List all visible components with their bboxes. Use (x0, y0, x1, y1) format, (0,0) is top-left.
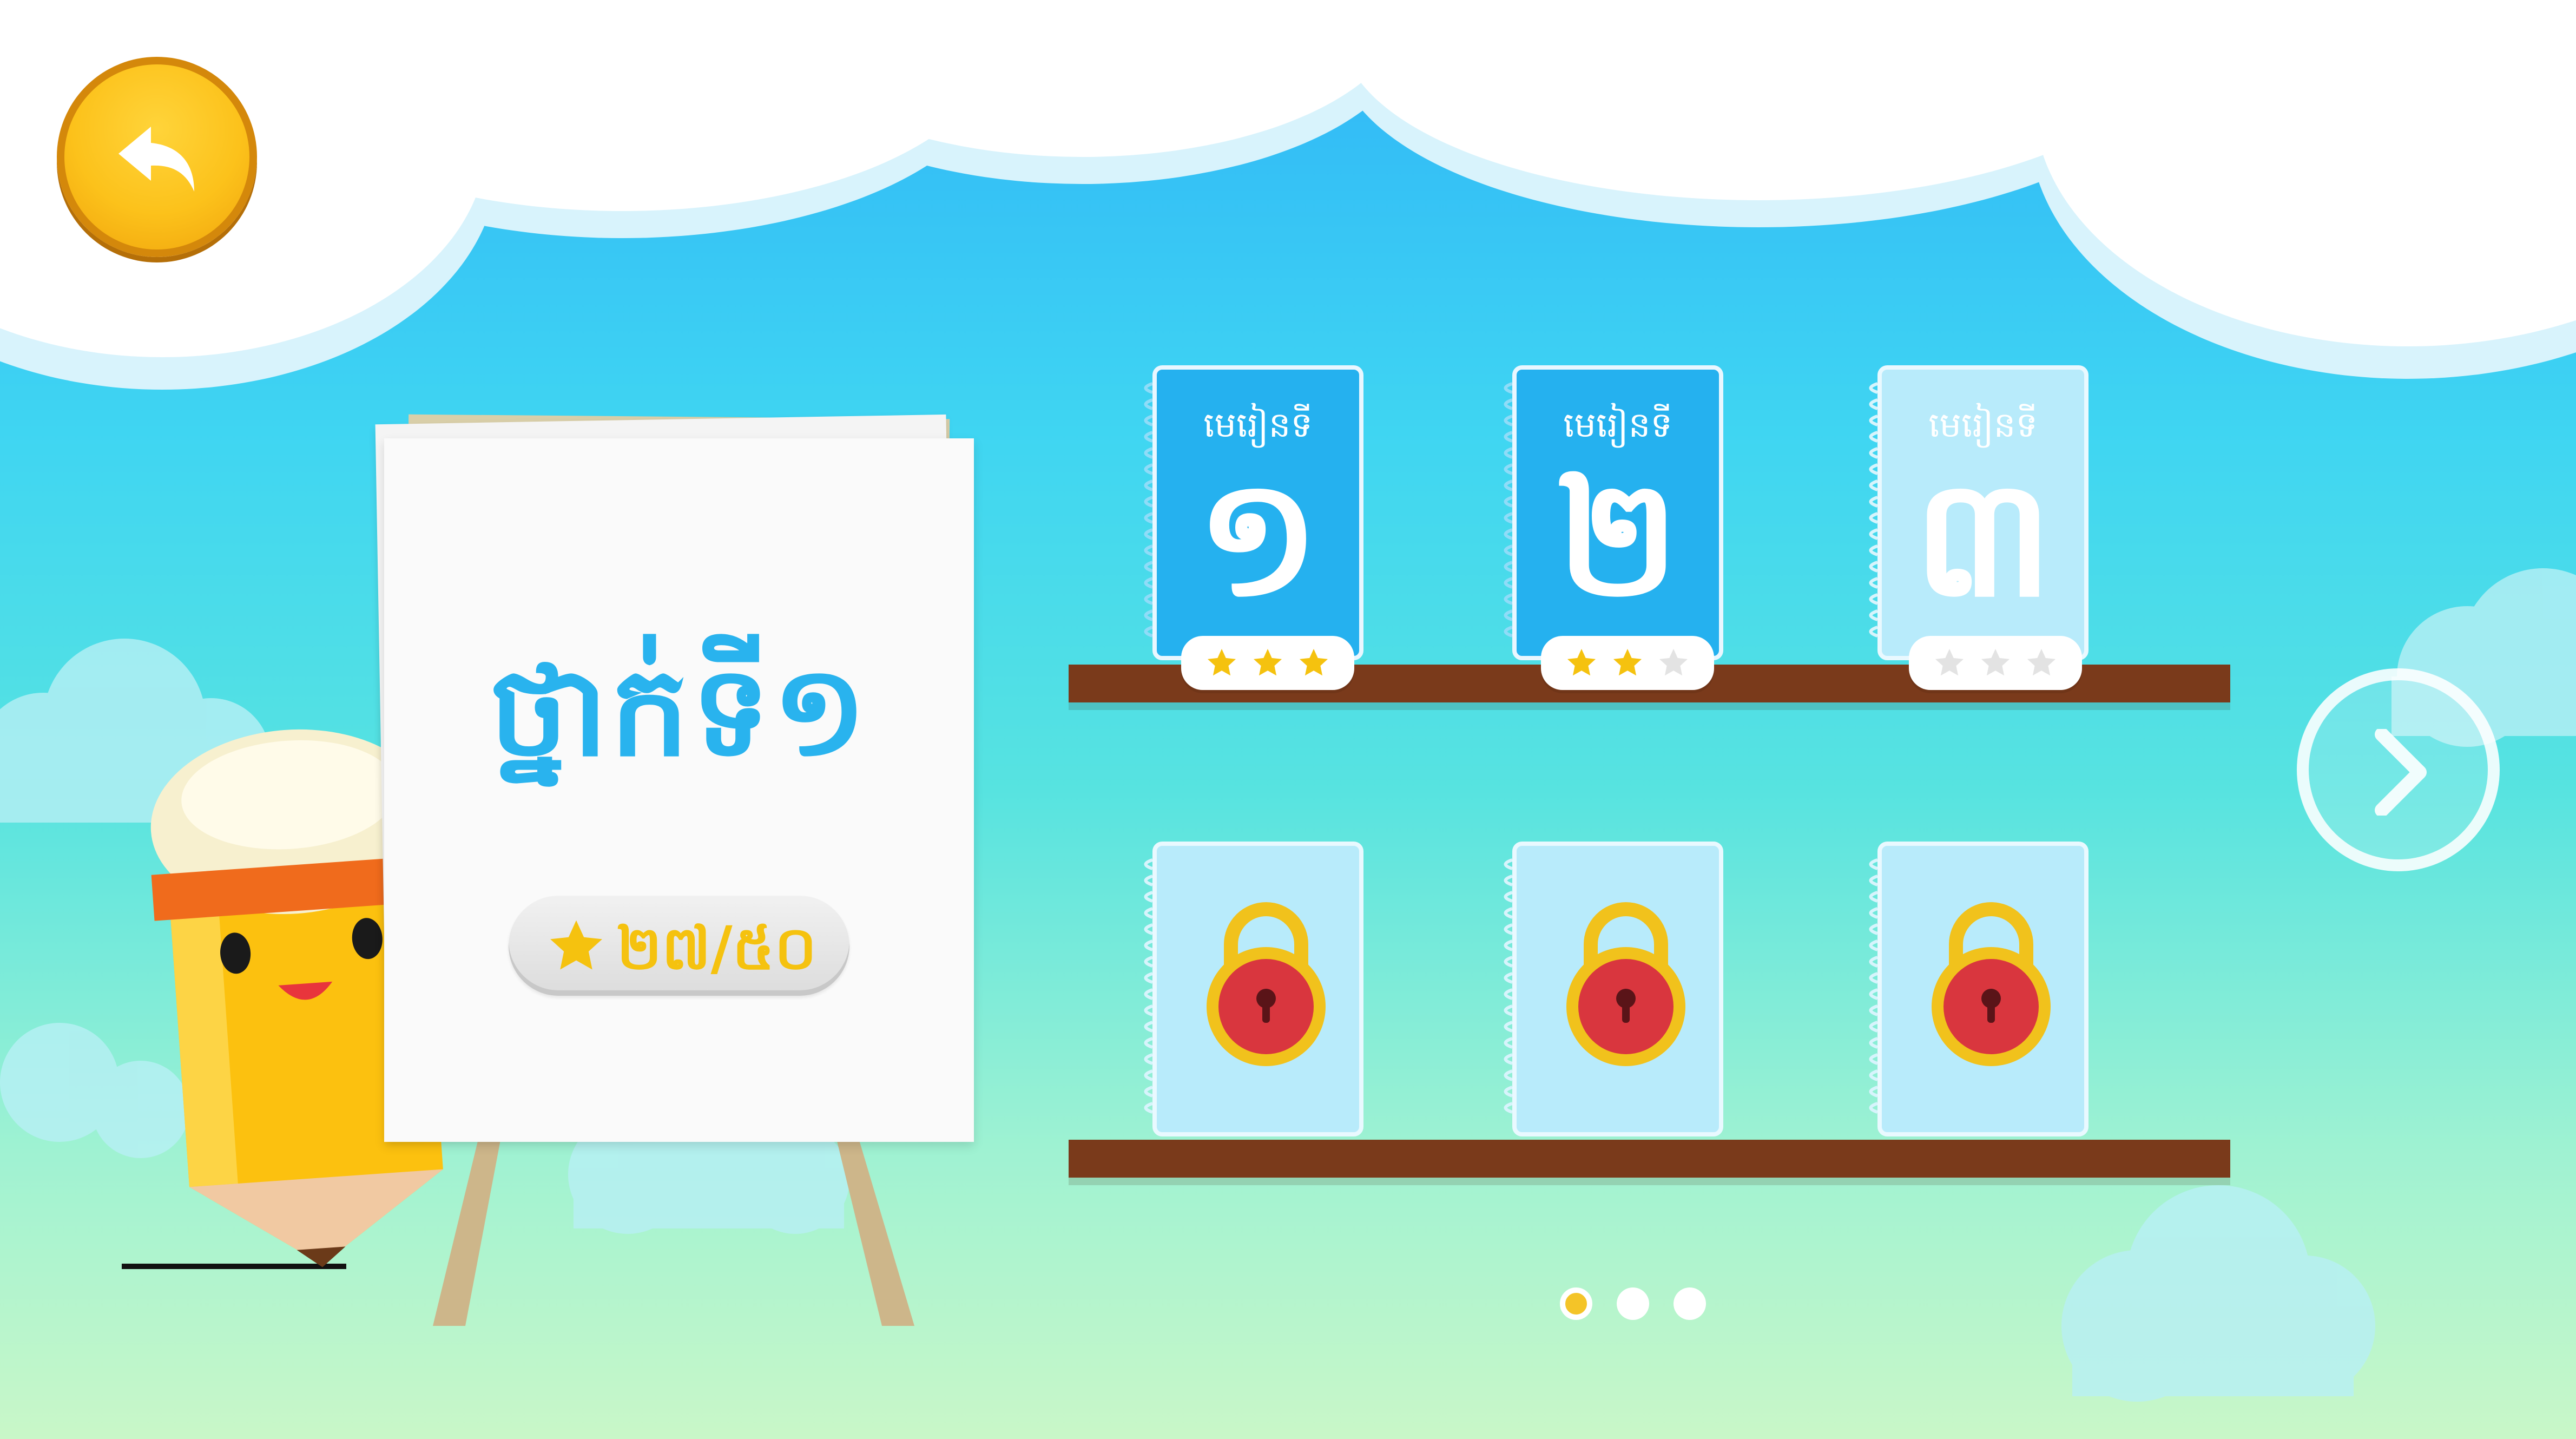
score-text: ២៧/៥០ (617, 914, 817, 983)
star-empty-icon (1935, 648, 1964, 676)
padlock-icon (1932, 902, 2051, 1066)
lesson-3-stars (1909, 636, 2082, 690)
lesson-number: ១ (1196, 444, 1320, 633)
lesson-book-locked-4[interactable] (1136, 842, 1363, 1136)
lesson-select-screen: ថ្នាក់ទី១ ២៧/៥០ មេរៀនទី ១ មេរៀនទី ២ មេរៀ… (0, 0, 2576, 1439)
star-empty-icon (2027, 648, 2056, 676)
lesson-1-stars (1181, 636, 1354, 690)
next-page-button[interactable] (2297, 668, 2500, 871)
star-filled-icon (1567, 648, 1596, 676)
lesson-book-1[interactable]: មេរៀនទី ១ (1136, 365, 1363, 660)
star-filled-icon (1613, 648, 1642, 676)
star-filled-icon (1299, 648, 1328, 676)
star-filled-icon (1207, 648, 1236, 676)
star-empty-icon (1659, 648, 1688, 676)
padlock-icon (1207, 902, 1326, 1066)
shelf-bottom (1069, 1140, 2230, 1178)
star-filled-icon (1253, 648, 1282, 676)
lesson-book-3[interactable]: មេរៀនទី ៣ (1861, 365, 2089, 660)
lesson-number: ៣ (1913, 444, 2053, 633)
lesson-book-2[interactable]: មេរៀនទី ២ (1496, 365, 1723, 660)
page-dot-1[interactable] (1560, 1287, 1592, 1320)
grade-board: ថ្នាក់ទី១ ២៧/៥០ (384, 438, 974, 1142)
page-dot-2[interactable] (1617, 1287, 1649, 1320)
grade-title: ថ្នាក់ទី១ (489, 640, 869, 784)
star-icon (550, 920, 602, 970)
lesson-2-stars (1541, 636, 1714, 690)
page-dot-3[interactable] (1674, 1287, 1706, 1320)
star-empty-icon (1981, 648, 2010, 676)
lesson-book-locked-5[interactable] (1496, 842, 1723, 1136)
padlock-icon (1566, 902, 1685, 1066)
lesson-book-locked-6[interactable] (1861, 842, 2089, 1136)
lesson-number: ២ (1556, 444, 1679, 633)
chevron-right-icon (2375, 729, 2427, 816)
score-badge: ២៧/៥០ (509, 896, 849, 996)
